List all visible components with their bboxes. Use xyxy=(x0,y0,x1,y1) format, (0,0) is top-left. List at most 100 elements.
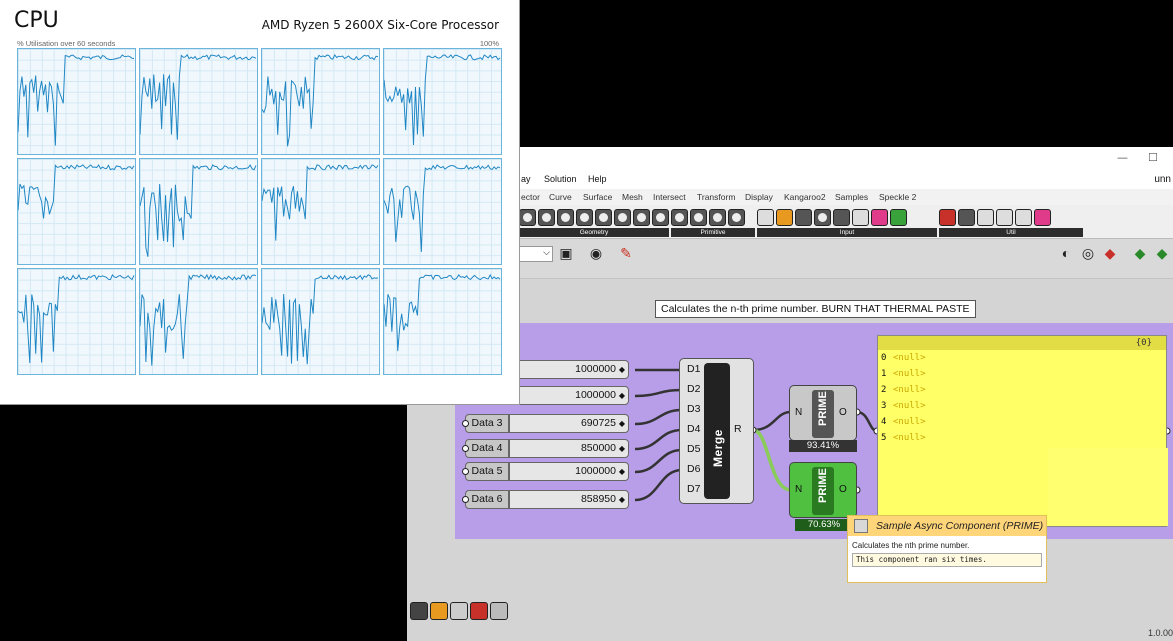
wireframe-icon[interactable]: ◎ xyxy=(1079,244,1097,262)
row-value: <null> xyxy=(893,401,926,411)
cpu-core-graphs xyxy=(17,48,502,380)
panel-row: 3 <null> xyxy=(878,398,1166,414)
component-icon xyxy=(854,519,868,533)
download-icon[interactable] xyxy=(410,602,428,620)
grasshopper-window: — ☐ ay Solution Help unn ector Curve Sur… xyxy=(407,147,1173,641)
utilisation-trace xyxy=(140,164,257,257)
ribbon-label-primitive: Primitive xyxy=(671,228,755,237)
output-grip[interactable] xyxy=(462,496,469,503)
output-grip[interactable] xyxy=(462,445,469,452)
utilisation-trace xyxy=(262,164,379,241)
geometry-icon[interactable] xyxy=(576,208,593,226)
primitive-icon[interactable] xyxy=(709,208,726,226)
row-index: 5 xyxy=(881,433,887,443)
tab-curve[interactable]: Curve xyxy=(549,192,572,202)
slider-label-5: Data 5 xyxy=(465,462,509,481)
cherry-icon[interactable] xyxy=(939,208,956,226)
slider-value-5[interactable]: 1000000 xyxy=(509,462,629,481)
zoom-extents-icon[interactable]: ▣ xyxy=(557,244,575,262)
tab-mesh[interactable]: Mesh xyxy=(622,192,643,202)
merge-output-r[interactable]: R xyxy=(734,423,742,435)
tab-speckle2[interactable]: Speckle 2 xyxy=(879,192,916,202)
output-grip[interactable] xyxy=(462,468,469,475)
preview-icon[interactable]: ◐ xyxy=(1057,244,1075,262)
maximize-button[interactable]: ☐ xyxy=(1148,151,1158,164)
geometry-icon[interactable] xyxy=(595,208,612,226)
primitive-icon[interactable] xyxy=(690,208,707,226)
menu-help[interactable]: Help xyxy=(588,174,607,184)
geometry-icon[interactable] xyxy=(538,208,555,226)
output-panel[interactable]: {0} 0 <null> 1 <null> 2 <null> 3 <null> 4 <nu… xyxy=(877,335,1168,527)
gh-titlebar: — ☐ xyxy=(407,147,1173,169)
tab-vector[interactable]: ector xyxy=(521,192,540,202)
prime-component-2[interactable]: PRIME N O xyxy=(789,462,857,518)
primitive-icon[interactable] xyxy=(671,208,688,226)
slider-value-2[interactable]: 1000000 xyxy=(509,386,629,405)
minimize-button[interactable]: — xyxy=(1117,151,1128,164)
merge-input-d1[interactable]: D1 xyxy=(687,363,700,375)
menu-solution[interactable]: Solution xyxy=(544,174,577,184)
slider-value-3[interactable]: 690725 xyxy=(509,414,629,433)
slider-value-6[interactable]: 858950 xyxy=(509,490,629,509)
colour-swatch-icon[interactable] xyxy=(890,208,907,226)
geometry-icon[interactable] xyxy=(614,208,631,226)
button-icon[interactable] xyxy=(814,208,831,226)
component-tooltip: Sample Async Component (PRIME) Calculate… xyxy=(847,515,1047,583)
cpu-core-graph xyxy=(139,48,258,155)
prime-input-n[interactable]: N xyxy=(795,407,802,418)
tab-surface[interactable]: Surface xyxy=(583,192,612,202)
version-label: 1.0.00 xyxy=(1147,628,1173,638)
gradient-icon[interactable] xyxy=(871,208,888,226)
geometry-icon[interactable] xyxy=(557,208,574,226)
primitive-icon[interactable] xyxy=(728,208,745,226)
flask-icon[interactable] xyxy=(1034,208,1051,226)
merge-input-d3[interactable]: D3 xyxy=(687,403,700,415)
rss-icon[interactable] xyxy=(430,602,448,620)
prime-input-n[interactable]: N xyxy=(795,484,802,495)
shaded-icon[interactable]: ◆ xyxy=(1101,244,1119,262)
panel-icon[interactable] xyxy=(757,208,774,226)
zoom-dropdown[interactable]: ⌵ xyxy=(517,246,553,262)
geometry-icon[interactable] xyxy=(652,208,669,226)
ribbon-label-geometry: Geometry xyxy=(519,228,669,237)
cluster-icon[interactable] xyxy=(450,602,468,620)
csharp-icon[interactable] xyxy=(470,602,488,620)
tab-transform[interactable]: Transform xyxy=(697,192,735,202)
selected-preview-icon[interactable]: ◆ xyxy=(1131,244,1149,262)
settings-icon[interactable] xyxy=(490,602,508,620)
geometry-icon[interactable] xyxy=(633,208,650,226)
tab-kangaroo2[interactable]: Kangaroo2 xyxy=(784,192,826,202)
arrow-right-icon[interactable] xyxy=(977,208,994,226)
merge-component[interactable]: Merge D1 D2 D3 D4 D5 D6 D7 R xyxy=(679,358,754,504)
merge-input-d4[interactable]: D4 xyxy=(687,423,700,435)
canvas[interactable]: Calculates the n-th prime number. BURN T… xyxy=(407,279,1173,597)
utilisation-trace xyxy=(18,164,135,219)
list-icon[interactable] xyxy=(852,208,869,226)
slider-value-4[interactable]: 850000 xyxy=(509,439,629,458)
prime-output-o[interactable]: O xyxy=(839,484,847,495)
prime-component-1[interactable]: PRIME N O xyxy=(789,385,857,441)
output-grip[interactable] xyxy=(462,420,469,427)
prime-output-o[interactable]: O xyxy=(839,407,847,418)
tooltip-description: Calculates the nth prime number. xyxy=(852,541,970,550)
merge-input-d7[interactable]: D7 xyxy=(687,483,700,495)
selected-only-icon[interactable]: ◆ xyxy=(1153,244,1171,262)
merge-input-d5[interactable]: D5 xyxy=(687,443,700,455)
geometry-icon[interactable] xyxy=(519,208,536,226)
toggle-icon[interactable] xyxy=(795,208,812,226)
cluster-icon[interactable] xyxy=(958,208,975,226)
slider-icon[interactable] xyxy=(776,208,793,226)
arrow-outline-icon[interactable] xyxy=(996,208,1013,226)
sphere-icon[interactable] xyxy=(1015,208,1032,226)
menu-display[interactable]: ay xyxy=(521,174,531,184)
tab-samples[interactable]: Samples xyxy=(835,192,868,202)
merge-input-d6[interactable]: D6 xyxy=(687,463,700,475)
merge-input-d2[interactable]: D2 xyxy=(687,383,700,395)
tab-intersect[interactable]: Intersect xyxy=(653,192,686,202)
sketch-icon[interactable]: ✎ xyxy=(617,244,635,262)
value-list-icon[interactable] xyxy=(833,208,850,226)
eye-icon[interactable]: ◉ xyxy=(587,244,605,262)
progress-label: 93.41% xyxy=(789,440,857,452)
tab-display[interactable]: Display xyxy=(745,192,773,202)
slider-value-1[interactable]: 1000000 xyxy=(509,360,629,379)
